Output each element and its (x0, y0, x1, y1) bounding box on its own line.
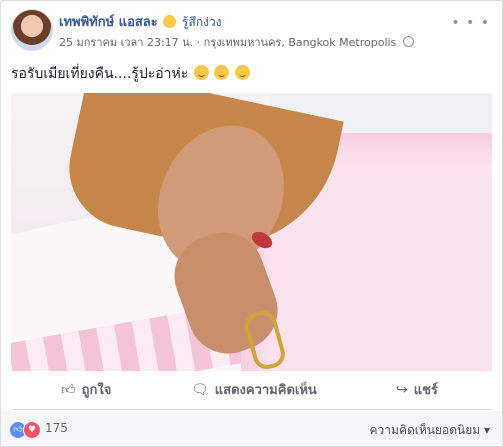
sleepy-emoji-icon (162, 15, 176, 28)
comment-label: แสดงความคิดเห็น (214, 383, 317, 398)
like-label: ถูกใจ (81, 383, 112, 398)
like-button[interactable]: 👍︎ ถูกใจ (61, 375, 111, 405)
love-reaction-icon[interactable]: ♥ (23, 421, 41, 439)
author-avatar[interactable] (11, 9, 53, 51)
post-text-content: รอรับเมียเที่ยงคืน....รู้ปะอ่าห่ะ (11, 66, 189, 82)
smile-emoji-icon (193, 65, 209, 80)
comment-sort-dropdown[interactable]: ความคิดเห็นยอดนิยม ▾ (370, 421, 490, 440)
meta-separator: · (196, 36, 204, 49)
author-name[interactable]: เทพพิทักษ์ แอสละ (59, 15, 158, 30)
share-arrow-icon: ↪ (396, 382, 408, 398)
reactions-footer: 👍︎ ♥ 175 ความคิดเห็นยอดนิยม ▾ (1, 411, 502, 446)
comment-button[interactable]: 🗨 แสดงความคิดเห็น (191, 375, 317, 405)
post-header: เทพพิทักษ์ แอสละ รู้สึกง่วง 25 มกราคม เว… (11, 9, 492, 59)
post-photo[interactable] (11, 93, 492, 371)
globe-icon (402, 36, 414, 47)
actions-divider (11, 409, 492, 410)
post-meta: 25 มกราคม เวลา 23:17 น. · กรุงเทพมหานคร,… (59, 33, 414, 51)
post-card: เทพพิทักษ์ แอสละ รู้สึกง่วง 25 มกราคม เว… (0, 0, 503, 447)
speech-bubble-icon: 🗨 (191, 382, 209, 398)
feeling-text[interactable]: รู้สึกง่วง (182, 15, 222, 29)
reaction-count[interactable]: 175 (45, 421, 68, 435)
smile-emoji-icon (214, 65, 230, 80)
post-text: รอรับเมียเที่ยงคืน....รู้ปะอ่าห่ะ (11, 63, 250, 85)
thumb-up-outline-icon: 👍︎ (61, 382, 76, 398)
smile-emoji-icon (234, 65, 250, 80)
share-button[interactable]: ↪ แชร์ (396, 375, 438, 405)
more-options-icon[interactable]: • • • (451, 15, 490, 31)
author-line: เทพพิทักษ์ แอสละ รู้สึกง่วง (59, 11, 222, 32)
post-actions: 👍︎ ถูกใจ 🗨 แสดงความคิดเห็น ↪ แชร์ (11, 375, 492, 405)
share-label: แชร์ (413, 383, 438, 398)
post-timestamp[interactable]: 25 มกราคม เวลา 23:17 น. (59, 36, 193, 49)
post-location[interactable]: กรุงเทพมหานคร, Bangkok Metropolis (204, 36, 397, 49)
